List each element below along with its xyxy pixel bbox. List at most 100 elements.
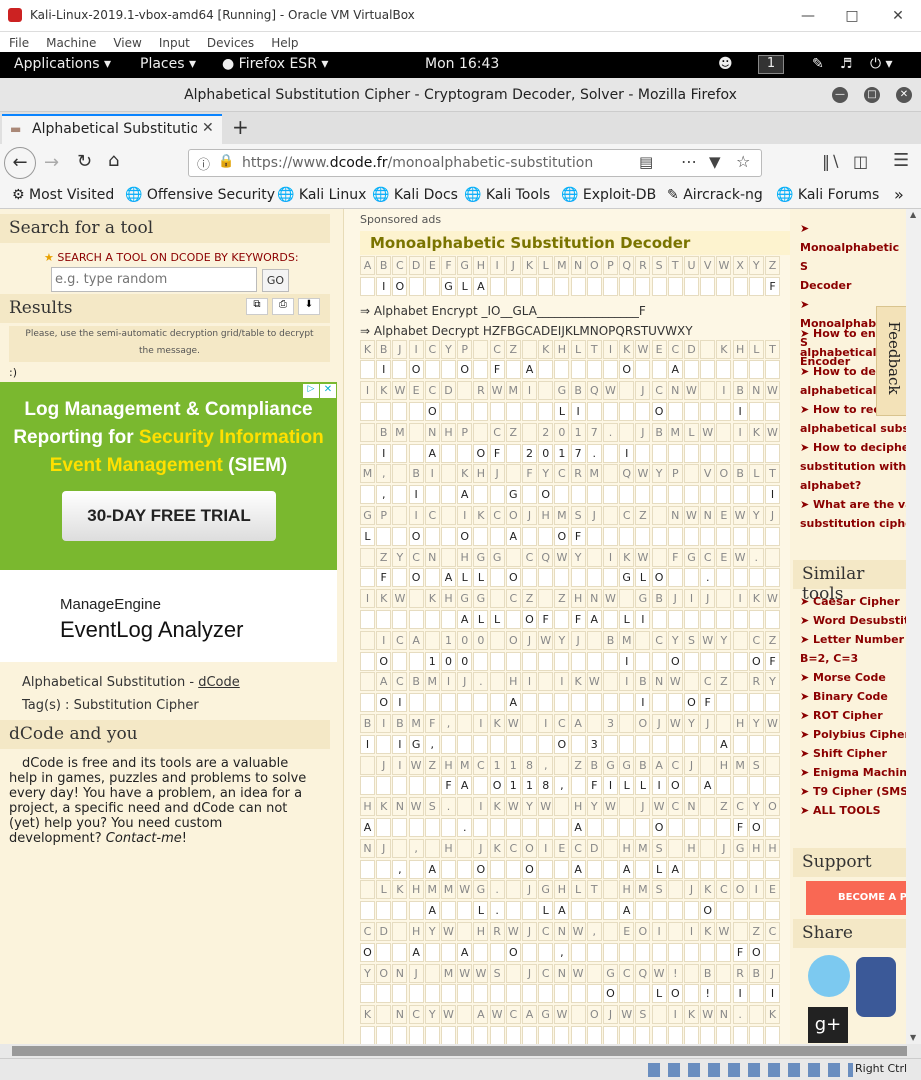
plain-cell[interactable]	[700, 360, 716, 380]
plain-cell[interactable]	[765, 1026, 780, 1044]
plain-cell[interactable]: A	[522, 360, 537, 380]
plain-cell[interactable]	[360, 776, 375, 796]
plain-cell[interactable]	[360, 859, 375, 879]
plain-cell[interactable]	[651, 443, 667, 463]
plain-cell[interactable]	[505, 901, 521, 921]
similar-item[interactable]: ➤ Polybius Cipher	[800, 725, 906, 744]
plain-cell[interactable]	[408, 818, 424, 837]
similar-item[interactable]: ➤ ALL TOOLS	[800, 801, 906, 820]
plain-cell[interactable]: 0	[441, 651, 456, 671]
info-icon[interactable]: ⓘ	[197, 154, 210, 173]
menu-input[interactable]: Input	[159, 33, 190, 53]
plain-cell[interactable]: I	[603, 776, 618, 796]
plain-cell[interactable]	[360, 651, 375, 671]
applications-menu[interactable]: Applications ▾	[14, 56, 111, 72]
plain-cell[interactable]	[619, 402, 635, 421]
plain-cell[interactable]	[732, 651, 748, 671]
plain-cell[interactable]	[538, 360, 554, 380]
bookmark-kali-tools[interactable]: 🌐 Kali Tools	[464, 187, 550, 203]
bookmark-kali-forums[interactable]: 🌐 Kali Forums	[776, 187, 879, 203]
plain-cell[interactable]	[651, 651, 667, 671]
plain-cell[interactable]	[651, 1026, 667, 1044]
plain-cell[interactable]: I	[360, 734, 375, 754]
url-bar[interactable]: ⓘ 🔒 https://www.dcode.fr/monoalphabetic-…	[188, 149, 762, 177]
plain-cell[interactable]: A	[473, 276, 489, 296]
plain-cell[interactable]	[619, 984, 635, 1004]
plain-cell[interactable]	[732, 610, 748, 629]
plain-cell[interactable]: I	[635, 693, 651, 713]
go-button[interactable]: GO	[262, 269, 289, 292]
plain-cell[interactable]	[457, 984, 473, 1004]
plain-cell[interactable]	[635, 1026, 651, 1044]
plain-cell[interactable]	[619, 818, 635, 837]
plain-cell[interactable]: O	[667, 776, 683, 796]
plain-cell[interactable]	[765, 734, 780, 754]
plain-cell[interactable]	[392, 610, 408, 629]
plain-cell[interactable]	[635, 859, 651, 879]
faq-item[interactable]: ➤ What are the varia	[800, 495, 906, 514]
plain-cell[interactable]	[667, 818, 683, 837]
plain-cell[interactable]	[619, 1026, 635, 1044]
plain-cell[interactable]	[360, 568, 375, 588]
plain-cell[interactable]: I	[570, 402, 586, 421]
plain-cell[interactable]: F	[586, 776, 602, 796]
plain-cell[interactable]	[635, 443, 651, 463]
plain-cell[interactable]: O	[619, 360, 635, 380]
plain-cell[interactable]: O	[748, 651, 764, 671]
plain-cell[interactable]	[489, 526, 505, 546]
plain-cell[interactable]	[651, 610, 667, 629]
plain-cell[interactable]	[765, 859, 780, 879]
plain-cell[interactable]	[586, 859, 602, 879]
horizontal-scroll-thumb[interactable]	[12, 1046, 907, 1056]
plain-cell[interactable]: A	[570, 818, 586, 837]
plain-cell[interactable]	[360, 443, 375, 463]
plain-cell[interactable]: !	[700, 984, 716, 1004]
plain-cell[interactable]	[732, 693, 748, 713]
plain-cell[interactable]	[473, 818, 489, 837]
plain-cell[interactable]	[619, 526, 635, 546]
faq-item[interactable]: ➤ How to decipher a	[800, 438, 906, 457]
plain-cell[interactable]	[667, 568, 683, 588]
plain-cell[interactable]: F	[538, 610, 554, 629]
plain-cell[interactable]	[667, 276, 683, 296]
plain-cell[interactable]: I	[765, 984, 780, 1004]
plain-cell[interactable]	[554, 984, 570, 1004]
plain-cell[interactable]: F	[765, 276, 780, 296]
plain-cell[interactable]	[441, 610, 456, 629]
plain-cell[interactable]	[586, 942, 602, 962]
plain-cell[interactable]	[441, 485, 456, 505]
plain-cell[interactable]: A	[505, 526, 521, 546]
plain-cell[interactable]	[489, 1026, 505, 1044]
similar-item[interactable]: ➤ Caesar Cipher	[800, 592, 906, 611]
plain-cell[interactable]	[603, 734, 618, 754]
plain-cell[interactable]	[732, 859, 748, 879]
plain-cell[interactable]: A	[716, 734, 732, 754]
plain-cell[interactable]	[392, 402, 408, 421]
plain-cell[interactable]	[765, 360, 780, 380]
plain-cell[interactable]: A	[619, 901, 635, 921]
plain-cell[interactable]	[700, 859, 716, 879]
plain-cell[interactable]	[473, 776, 489, 796]
plain-cell[interactable]: O	[667, 984, 683, 1004]
tab-close-icon[interactable]: ✕	[202, 120, 214, 136]
plain-cell[interactable]	[441, 818, 456, 837]
workspace-indicator[interactable]: 1	[758, 55, 784, 74]
plain-cell[interactable]: O	[651, 402, 667, 421]
plain-cell[interactable]	[554, 818, 570, 837]
plain-cell[interactable]	[408, 402, 424, 421]
plain-cell[interactable]	[424, 360, 440, 380]
plain-cell[interactable]	[684, 485, 699, 505]
plain-cell[interactable]	[538, 526, 554, 546]
plain-cell[interactable]	[408, 610, 424, 629]
plain-cell[interactable]	[603, 1026, 618, 1044]
breadcrumb-link[interactable]: dCode	[198, 675, 240, 690]
plain-cell[interactable]	[570, 568, 586, 588]
plain-cell[interactable]: A	[360, 818, 375, 837]
similar-item[interactable]: ➤ Binary Code	[800, 687, 906, 706]
plain-cell[interactable]	[441, 526, 456, 546]
plain-cell[interactable]	[522, 485, 537, 505]
plain-cell[interactable]: L	[473, 568, 489, 588]
ad-close-icon[interactable]: ✕	[320, 384, 336, 398]
plain-cell[interactable]	[376, 859, 392, 879]
plain-cell[interactable]: I	[376, 276, 392, 296]
